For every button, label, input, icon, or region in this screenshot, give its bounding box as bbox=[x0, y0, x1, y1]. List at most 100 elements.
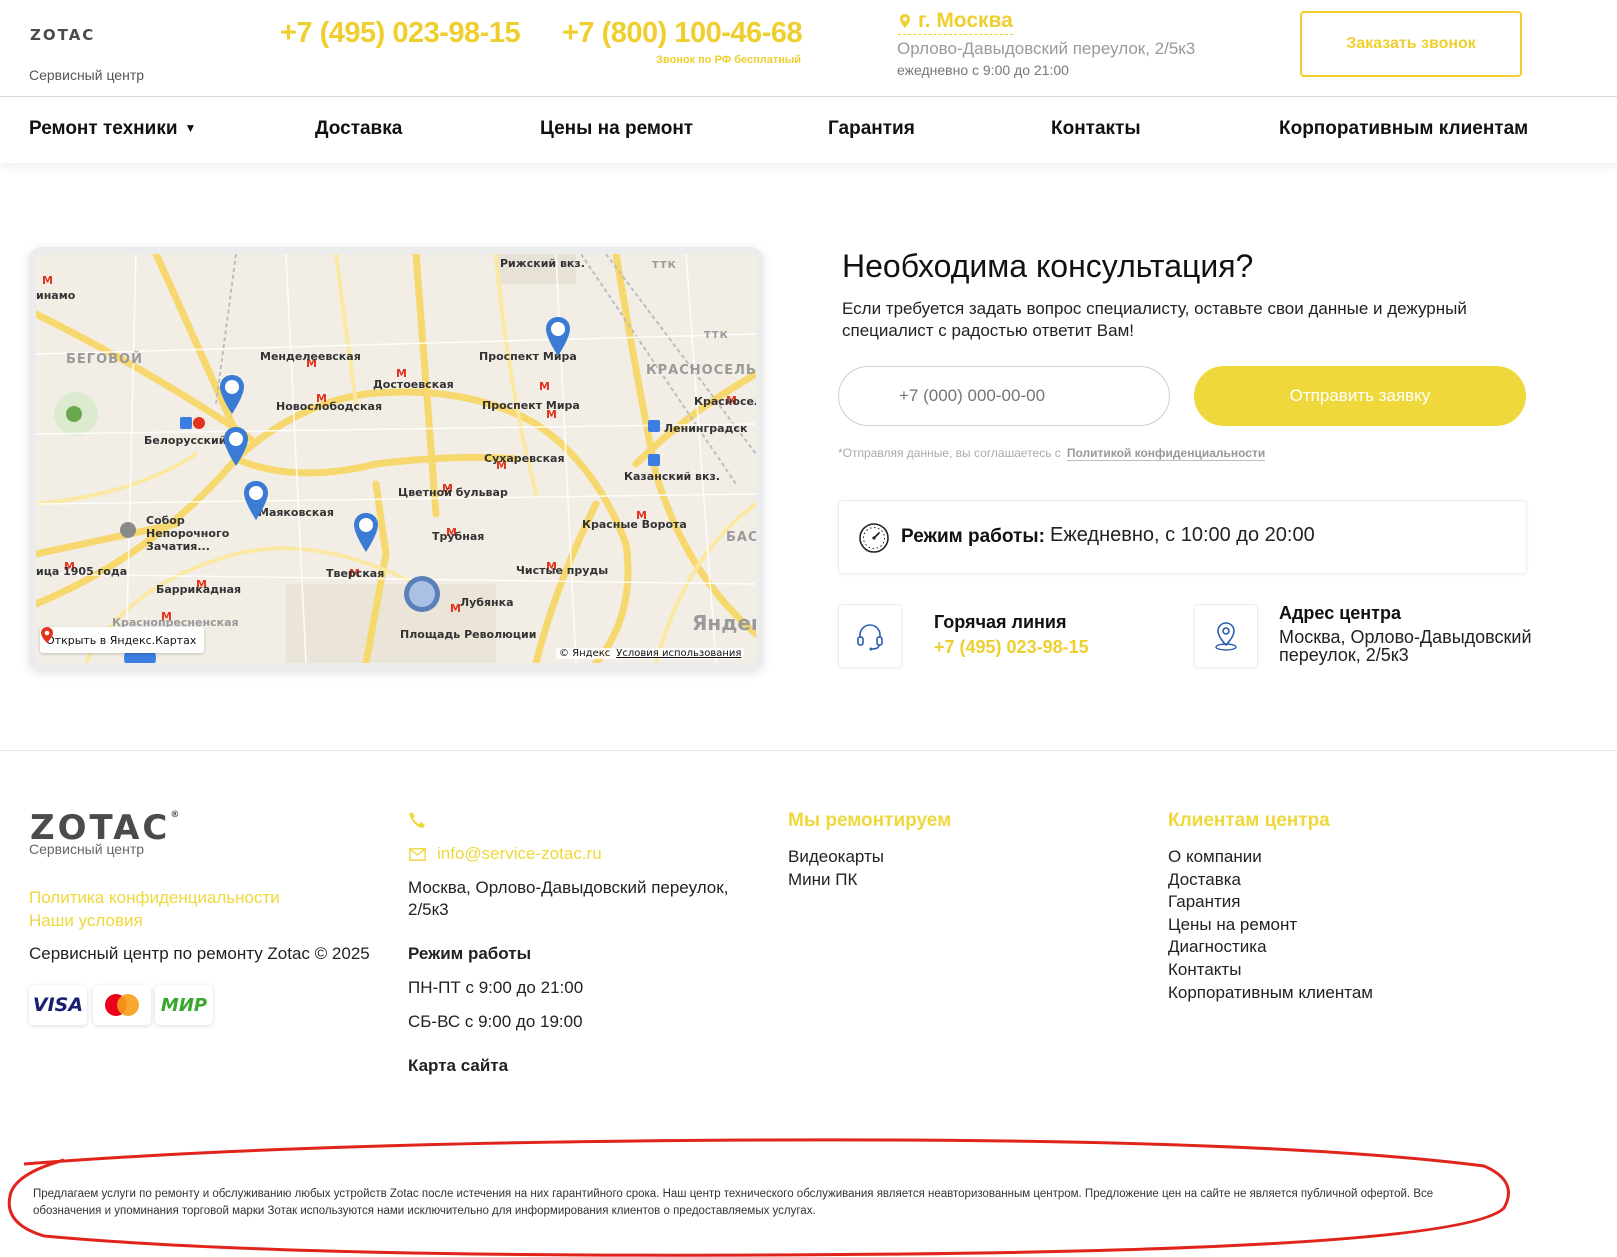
header-logo-subtitle: Сервисный центр bbox=[29, 67, 145, 83]
header-phone-moscow[interactable]: +7 (495) 023-98-15 bbox=[280, 17, 521, 50]
map-marker-icon[interactable] bbox=[544, 316, 572, 358]
main-nav: Ремонт техники ▼ Доставка Цены на ремонт … bbox=[0, 97, 1617, 163]
clients-link-diagnostics[interactable]: Диагностика bbox=[1168, 936, 1373, 959]
map-copyright-text: © Яндекс bbox=[559, 648, 611, 659]
privacy-policy-link[interactable]: Политикой конфиденциальности bbox=[1066, 446, 1266, 461]
phone-icon bbox=[409, 812, 425, 828]
work-hours-box: Режим работы: Ежедневно, с 10:00 до 20:0… bbox=[838, 500, 1527, 574]
nav-item-warranty[interactable]: Гарантия bbox=[828, 118, 915, 140]
annotation-oval bbox=[7, 1138, 1510, 1257]
svg-text:M: M bbox=[539, 380, 550, 393]
repair-link-gpu[interactable]: Видеокарты bbox=[788, 846, 884, 869]
address-value: Москва, Орлово-Давыдовский переулок, 2/5… bbox=[1279, 627, 1532, 665]
map-label: Белорусский bbox=[144, 434, 227, 447]
map-label: Новослободская bbox=[276, 400, 383, 413]
map-label: Площадь Революции bbox=[400, 628, 537, 641]
map-label: Зачатия... bbox=[146, 540, 210, 553]
map-label: Красносел bbox=[694, 395, 756, 408]
repair-link-minipc[interactable]: Мини ПК bbox=[788, 869, 884, 892]
consent-note: *Отправляя данные, вы соглашаетесь с Поли… bbox=[838, 446, 1266, 461]
map-label: инамо bbox=[36, 289, 76, 302]
clients-link-contacts[interactable]: Контакты bbox=[1168, 959, 1373, 982]
nav-item-contacts[interactable]: Контакты bbox=[1051, 118, 1141, 140]
map-label: Достоевская bbox=[373, 378, 454, 391]
map-label: Непорочного bbox=[146, 527, 230, 540]
site-header: ZOTAC Сервисный центр +7 (495) 023-98-15… bbox=[0, 0, 1617, 97]
open-in-yandex-label: Открыть в Яндекс.Картах bbox=[46, 633, 197, 647]
work-hours-label: Режим работы: bbox=[901, 526, 1045, 547]
header-phone-note: Звонок по РФ бесплатный bbox=[656, 54, 802, 66]
map-card: M M M M M M M M M M M M M M M M M Рижски… bbox=[29, 247, 763, 670]
yandex-map[interactable]: M M M M M M M M M M M M M M M M M Рижски… bbox=[36, 254, 756, 663]
consent-text: *Отправляя данные, вы соглашаетесь с bbox=[838, 446, 1061, 460]
yandex-pin-icon bbox=[41, 627, 53, 643]
footer-work-weekdays: ПН-ПТ с 9:00 до 21:00 bbox=[408, 978, 584, 997]
nav-item-repair[interactable]: Ремонт техники ▼ bbox=[29, 118, 196, 140]
map-label: Казанский вкз. bbox=[624, 470, 721, 483]
map-label: Сухаревская bbox=[484, 452, 565, 465]
map-label: Ленинградск bbox=[664, 422, 748, 435]
map-label: Проспект Мира bbox=[482, 399, 580, 412]
sitemap-link[interactable]: Карта сайта bbox=[408, 1056, 508, 1076]
clients-list: О компании Доставка Гарантия Цены на рем… bbox=[1168, 846, 1373, 1004]
footer-copyright: Сервисный центр по ремонту Zotac © 2025 bbox=[29, 944, 370, 963]
map-copyright: © Яндекс Условия использования bbox=[556, 648, 745, 659]
nav-item-corporate[interactable]: Корпоративным клиентам bbox=[1279, 118, 1528, 140]
send-request-button[interactable]: Отправить заявку bbox=[1194, 366, 1526, 426]
svg-text:M: M bbox=[42, 274, 53, 287]
footer-privacy-link[interactable]: Политика конфиденциальности bbox=[29, 888, 280, 908]
map-label: КРАСНОСЕЛЬС bbox=[646, 363, 756, 378]
map-marker-icon[interactable] bbox=[242, 480, 270, 522]
caret-down-icon: ▼ bbox=[184, 121, 197, 135]
footer-work-weekend: СБ-ВС с 9:00 до 19:00 bbox=[408, 1012, 583, 1031]
map-label: ица 1905 года bbox=[36, 565, 128, 578]
map-terms-link[interactable]: Условия использования bbox=[616, 648, 741, 659]
footer-terms-link[interactable]: Наши условия bbox=[29, 911, 143, 931]
clients-link-about[interactable]: О компании bbox=[1168, 846, 1373, 869]
hotline-phone[interactable]: +7 (495) 023-98-15 bbox=[934, 637, 1089, 658]
map-label: ТТК bbox=[652, 260, 677, 271]
consult-title: Необходима консультация? bbox=[842, 248, 1254, 284]
clock-icon bbox=[859, 523, 889, 553]
header-hours: ежедневно с 9:00 до 21:00 bbox=[897, 62, 1069, 78]
footer-work-title: Режим работы bbox=[408, 944, 532, 963]
clients-link-delivery[interactable]: Доставка bbox=[1168, 869, 1373, 892]
mir-label: МИР bbox=[160, 994, 208, 1016]
map-marker-icon[interactable] bbox=[352, 512, 380, 554]
clients-link-prices[interactable]: Цены на ремонт bbox=[1168, 914, 1373, 937]
map-pin-icon bbox=[1215, 622, 1237, 651]
map-label: БАС bbox=[726, 530, 756, 545]
phone-input[interactable] bbox=[838, 366, 1170, 426]
location-pin-icon bbox=[900, 14, 910, 28]
callback-button[interactable]: Заказать звонок bbox=[1300, 11, 1522, 77]
visa-label: VISA bbox=[32, 994, 84, 1016]
map-label: Лубянка bbox=[460, 596, 514, 609]
map-label: Собор bbox=[146, 514, 185, 527]
open-in-yandex-maps[interactable]: Открыть в Яндекс.Картах bbox=[40, 627, 205, 653]
clients-link-corporate[interactable]: Корпоративным клиентам bbox=[1168, 982, 1373, 1005]
header-logo[interactable]: ZOTAC bbox=[30, 26, 95, 44]
clients-link-warranty[interactable]: Гарантия bbox=[1168, 891, 1373, 914]
map-streets: M M M M M M M M M M M M M M M M M bbox=[36, 254, 756, 663]
map-label: Менделеевская bbox=[260, 350, 361, 363]
address-icon-box bbox=[1194, 604, 1258, 668]
repair-list: Видеокарты Мини ПК bbox=[788, 846, 884, 891]
footer-divider bbox=[0, 750, 1617, 751]
repair-column-title: Мы ремонтируем bbox=[788, 810, 952, 831]
nav-item-prices[interactable]: Цены на ремонт bbox=[540, 118, 693, 140]
map-label: Чистые пруды bbox=[516, 564, 609, 577]
mir-icon: МИР bbox=[155, 985, 213, 1025]
yandex-logo: Яндекс bbox=[692, 611, 756, 635]
header-phone-russia[interactable]: +7 (800) 100-46-68 bbox=[562, 17, 803, 50]
hotline-icon-box bbox=[838, 604, 902, 668]
map-label: Рижский вкз. bbox=[500, 257, 585, 270]
map-label: БЕГОВОЙ bbox=[66, 352, 143, 367]
mastercard-icon bbox=[93, 985, 151, 1025]
map-marker-icon[interactable] bbox=[218, 374, 246, 416]
city-selector[interactable]: г. Москва bbox=[898, 9, 1013, 35]
map-marker-icon[interactable] bbox=[222, 426, 250, 468]
nav-item-delivery[interactable]: Доставка bbox=[315, 118, 402, 140]
footer-email[interactable]: info@service-zotac.ru bbox=[437, 844, 602, 864]
city-name: г. Москва bbox=[918, 9, 1013, 32]
work-hours-value: Ежедневно, с 10:00 до 20:00 bbox=[1050, 524, 1315, 546]
